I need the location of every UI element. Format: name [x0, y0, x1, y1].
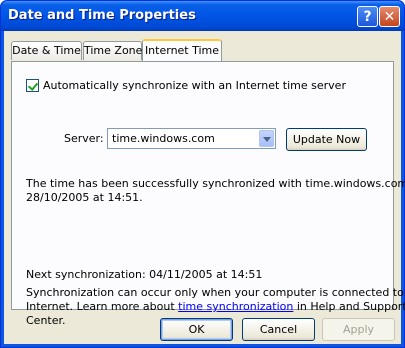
next-sync-text: Next synchronization: 04/11/2005 at 14:5…: [26, 268, 263, 281]
dialog-window: Date and Time Properties ? ✕ Date & Time…: [0, 0, 405, 348]
help-icon: ?: [363, 9, 372, 25]
internet-time-panel: Automatically synchronize with an Intern…: [11, 61, 405, 327]
close-icon: ✕: [383, 9, 396, 25]
tab-label: Internet Time: [144, 44, 220, 57]
time-sync-link[interactable]: time synchronization: [178, 300, 293, 313]
title-bar[interactable]: Date and Time Properties ? ✕: [1, 1, 404, 31]
apply-label: Apply: [342, 323, 375, 336]
checkmark-icon: [27, 80, 39, 91]
server-label: Server:: [64, 132, 104, 145]
update-now-button[interactable]: Update Now: [286, 128, 367, 151]
tab-date-time[interactable]: Date & Time: [11, 41, 82, 60]
server-select[interactable]: time.windows.com: [107, 128, 276, 149]
server-value: time.windows.com: [112, 132, 215, 145]
update-now-label: Update Now: [292, 133, 361, 146]
auto-sync-label[interactable]: Automatically synchronize with an Intern…: [43, 79, 346, 92]
cancel-label: Cancel: [259, 323, 298, 336]
ok-label: OK: [188, 323, 205, 336]
note-text-line2: Internet. Learn more about time synchron…: [26, 300, 405, 313]
window-title: Date and Time Properties: [8, 8, 196, 23]
note-text-after: in Help and Support: [293, 300, 405, 313]
chevron-down-icon[interactable]: [259, 130, 274, 147]
ok-button[interactable]: OK: [160, 318, 233, 341]
tab-internet-time[interactable]: Internet Time: [142, 39, 222, 61]
status-text-line1: The time has been successfully synchroni…: [26, 177, 405, 190]
help-button[interactable]: ?: [357, 6, 378, 27]
tab-time-zone[interactable]: Time Zone: [83, 41, 142, 60]
close-button[interactable]: ✕: [379, 6, 400, 27]
dialog-client-area: Date & Time Time Zone Internet Time Auto…: [4, 31, 405, 344]
tab-label: Time Zone: [84, 44, 143, 57]
cancel-button[interactable]: Cancel: [242, 318, 315, 341]
note-text-line3: Center.: [26, 314, 66, 327]
status-text-line2: 28/10/2005 at 14:51.: [26, 191, 143, 204]
tab-label: Date & Time: [12, 44, 81, 57]
note-text-before: Internet. Learn more about: [26, 300, 179, 313]
apply-button[interactable]: Apply: [322, 318, 395, 341]
auto-sync-checkbox[interactable]: [26, 79, 39, 92]
note-text-line1: Synchronization can occur only when your…: [26, 286, 405, 299]
